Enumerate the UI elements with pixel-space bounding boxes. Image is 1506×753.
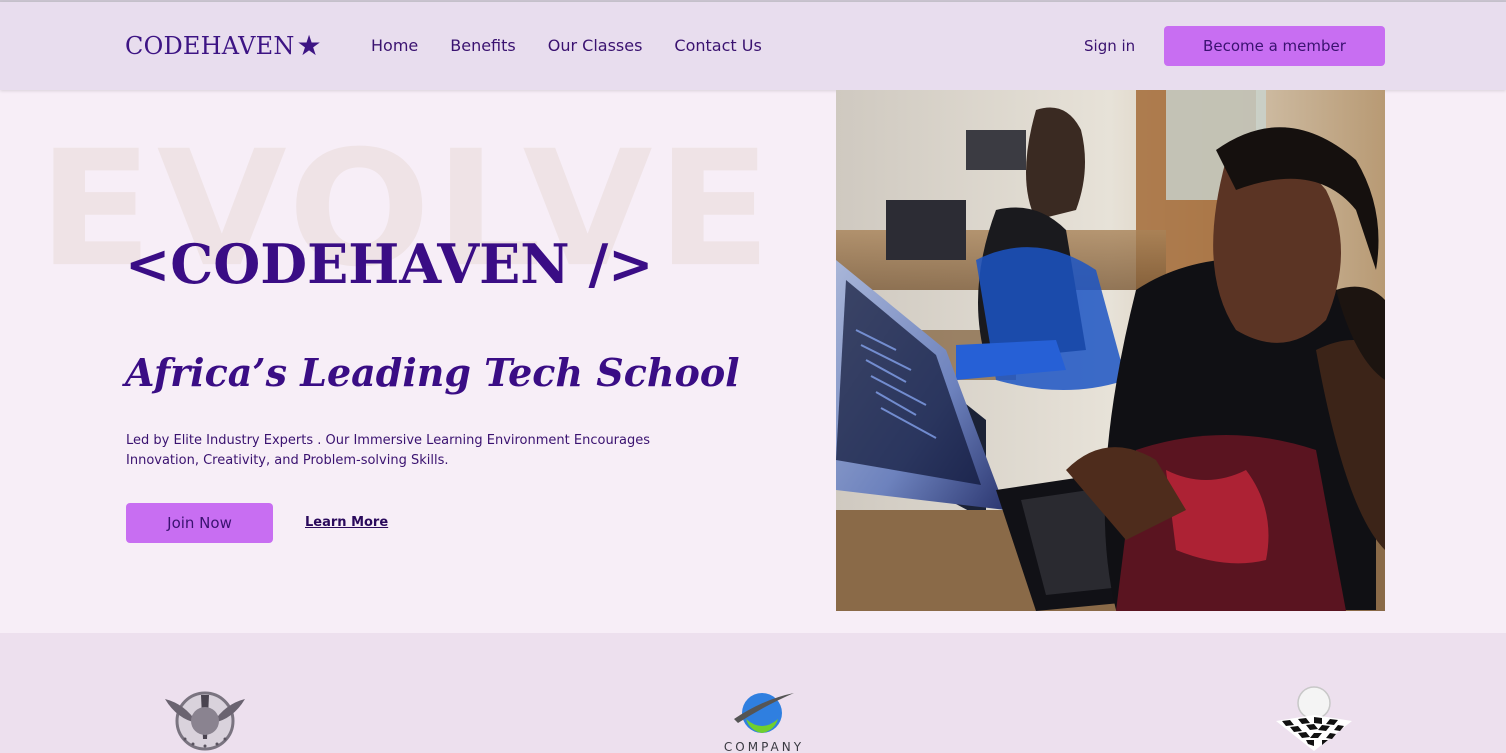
hero-description: Led by Elite Industry Experts . Our Imme… <box>126 433 651 468</box>
brand-logo[interactable]: CODEHAVEN ★ <box>125 29 322 62</box>
join-now-button[interactable]: Join Now <box>126 503 273 543</box>
navbar: CODEHAVEN ★ Home Benefits Our Classes Co… <box>0 2 1506 90</box>
nav-link-benefits[interactable]: Benefits <box>450 36 516 55</box>
company-logo-label: COMPANY <box>724 740 804 753</box>
main-nav: Home Benefits Our Classes Contact Us <box>371 36 762 55</box>
hero-photo <box>836 90 1385 611</box>
winged-emblem-logo <box>160 681 250 753</box>
partners-strip: COMPANY <box>0 633 1506 753</box>
checkered-ball-logo <box>1268 683 1360 753</box>
nav-link-contact-us[interactable]: Contact Us <box>674 36 761 55</box>
nav-link-home[interactable]: Home <box>371 36 418 55</box>
star-icon: ★ <box>296 29 322 62</box>
sign-in-link[interactable]: Sign in <box>1084 37 1135 55</box>
brand-name: CODEHAVEN <box>125 32 295 60</box>
nav-link-our-classes[interactable]: Our Classes <box>548 36 643 55</box>
become-member-button[interactable]: Become a member <box>1164 26 1385 66</box>
globe-company-logo: COMPANY <box>712 689 816 753</box>
learn-more-link[interactable]: Learn More <box>305 515 388 530</box>
hero-title: <CODEHAVEN /> <box>125 232 654 296</box>
hero-subtitle: Africa’s Leading Tech School <box>125 350 740 395</box>
